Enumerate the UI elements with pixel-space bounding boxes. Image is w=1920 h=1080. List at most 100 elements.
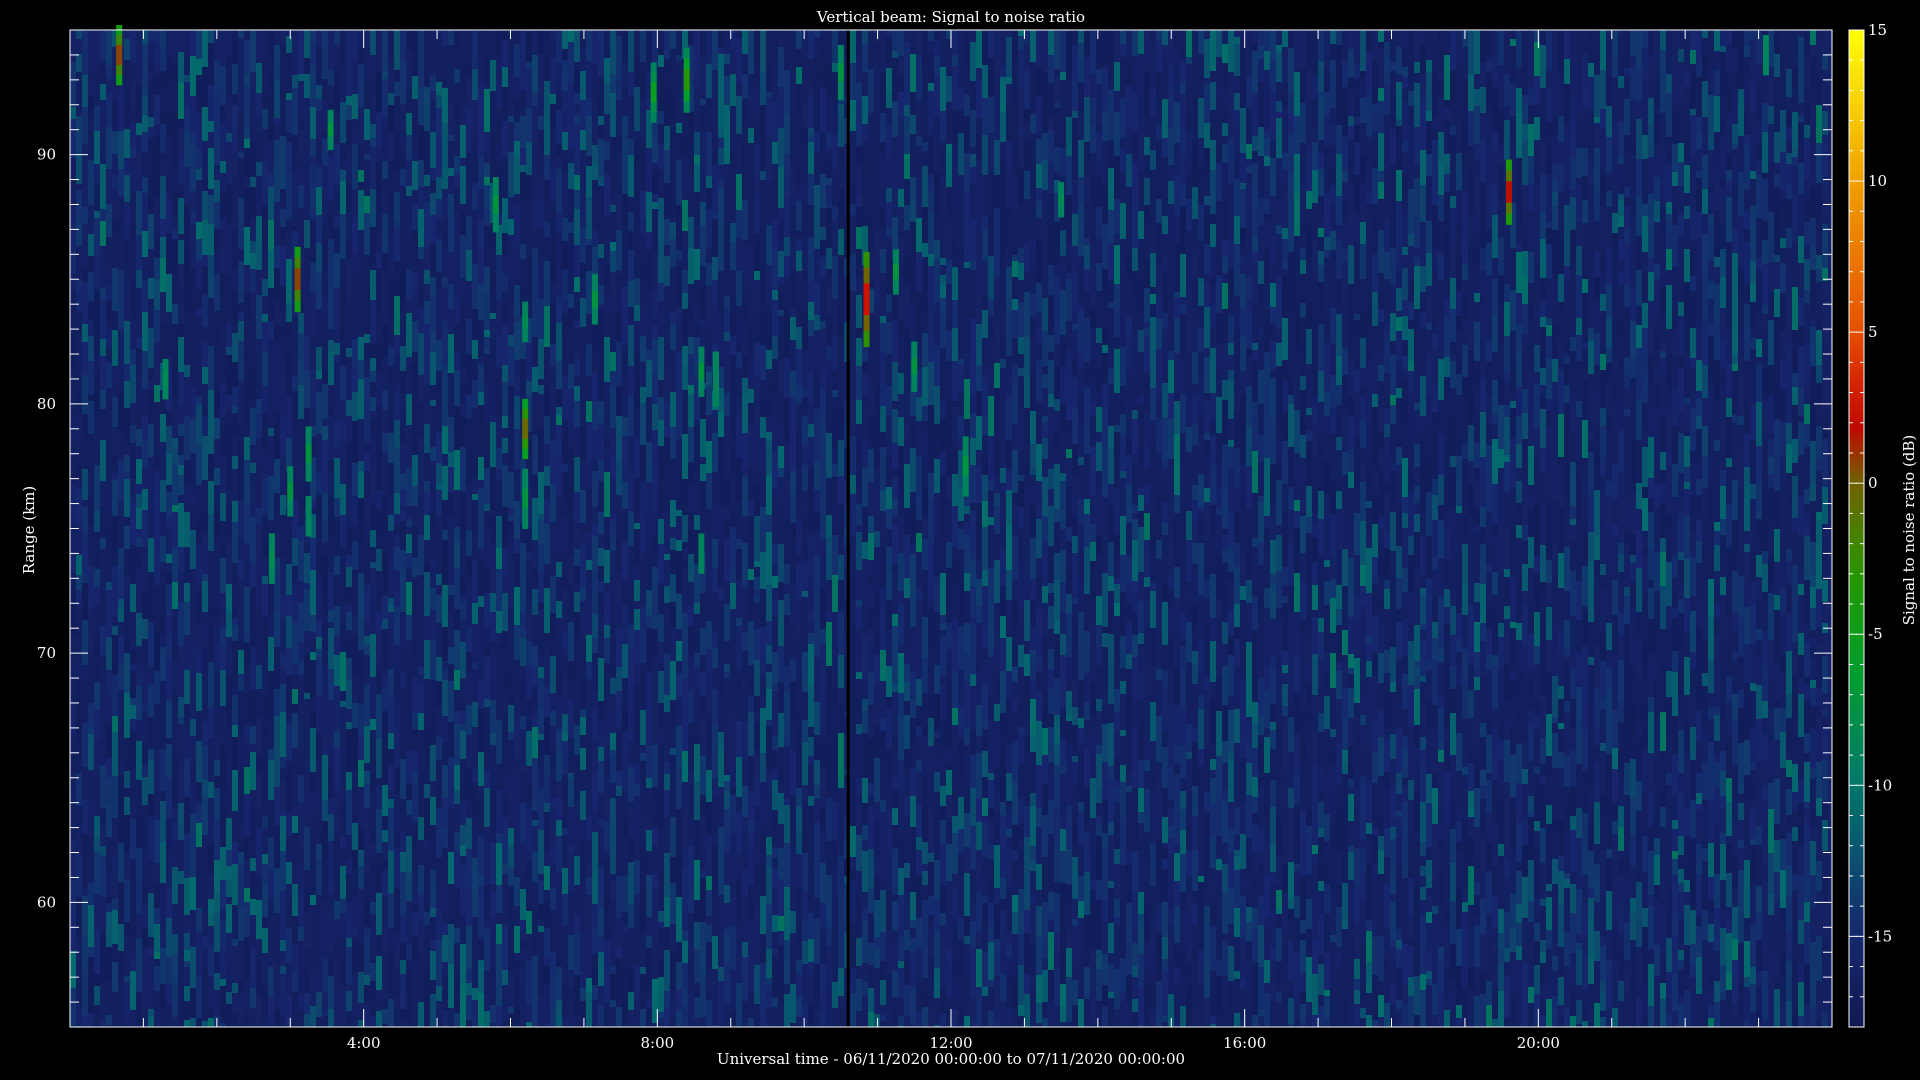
noise-cell	[574, 277, 580, 292]
noise-cell	[664, 437, 670, 466]
noise-cell	[574, 30, 580, 62]
noise-cell	[724, 478, 730, 507]
noise-cell	[592, 614, 598, 638]
noise-cell	[658, 420, 664, 446]
noise-cell	[802, 742, 808, 785]
noise-cell	[196, 813, 202, 823]
noise-cell	[766, 904, 772, 949]
noise-cell	[778, 167, 784, 208]
noise-cell	[652, 846, 658, 874]
noise-cell	[520, 716, 526, 729]
noise-cell	[490, 91, 496, 136]
noise-cell	[730, 609, 736, 637]
noise-cell	[574, 351, 580, 359]
noise-cell	[136, 671, 142, 686]
noise-cell	[526, 381, 532, 395]
noise-cell	[268, 152, 274, 173]
noise-cell	[682, 542, 688, 548]
noise-cell	[364, 109, 370, 140]
noise-cell	[802, 518, 808, 528]
noise-cell	[172, 809, 178, 822]
noise-cell	[652, 567, 658, 590]
noise-cell	[94, 211, 100, 218]
noise-cell	[70, 1001, 76, 1027]
noise-cell	[568, 128, 574, 149]
noise-cell	[112, 617, 118, 626]
noise-cell	[766, 30, 772, 71]
noise-cell	[496, 300, 502, 335]
noise-cell	[106, 127, 112, 169]
noise-cell	[580, 71, 586, 100]
noise-cell	[748, 621, 754, 652]
noise-cell	[742, 516, 748, 543]
noise-cell	[796, 67, 802, 84]
noise-cell	[562, 995, 568, 1018]
noise-cell	[514, 285, 520, 314]
noise-cell	[640, 282, 646, 307]
noise-cell	[172, 438, 178, 447]
noise-cell	[628, 205, 634, 212]
noise-cell	[706, 890, 712, 916]
noise-cell	[454, 850, 460, 887]
noise-cell	[142, 281, 148, 312]
noise-cell	[532, 686, 538, 705]
noise-cell	[448, 493, 454, 516]
noise-cell	[196, 222, 202, 239]
noise-cell	[538, 146, 544, 165]
noise-cell	[82, 665, 88, 680]
noise-cell	[178, 183, 184, 198]
noise-cell	[658, 760, 664, 785]
noise-cell	[814, 330, 820, 369]
noise-cell	[718, 91, 724, 130]
noise-cell	[148, 538, 154, 572]
noise-cell	[766, 621, 772, 645]
noise-cell	[268, 637, 274, 671]
noise-cell	[406, 815, 412, 836]
noise-cell	[730, 564, 736, 583]
noise-cell	[208, 148, 214, 189]
noise-cell	[598, 310, 604, 337]
noise-cell	[610, 1007, 616, 1027]
noise-cell	[568, 424, 574, 447]
noise-cell	[364, 763, 370, 771]
noise-cell	[736, 956, 742, 983]
noise-cell	[238, 560, 244, 579]
noise-cell	[340, 707, 346, 747]
noise-cell	[700, 30, 706, 57]
noise-cell	[496, 720, 502, 764]
noise-cell	[202, 1021, 208, 1027]
noise-cell	[124, 517, 130, 526]
noise-cell	[154, 197, 160, 237]
noise-cell	[334, 30, 340, 45]
noise-cell	[628, 197, 634, 205]
noise-cell	[346, 145, 352, 181]
noise-cell	[334, 458, 340, 498]
noise-cell	[142, 351, 148, 389]
noise-cell	[184, 834, 190, 878]
noise-cell	[130, 933, 136, 947]
noise-cell	[358, 498, 364, 526]
noise-cell	[766, 432, 772, 441]
noise-cell	[634, 305, 640, 321]
noise-cell	[112, 330, 118, 366]
noise-cell	[754, 280, 760, 313]
noise-cell	[652, 292, 658, 318]
noise-cell	[184, 915, 190, 933]
noise-cell	[382, 595, 388, 619]
noise-cell	[340, 607, 346, 623]
noise-cell	[484, 657, 490, 699]
noise-cell	[364, 343, 370, 364]
noise-cell	[184, 365, 190, 377]
noise-cell	[190, 766, 196, 782]
noise-cell	[682, 270, 688, 293]
noise-cell	[808, 868, 814, 913]
noise-cell	[454, 69, 460, 83]
noise-cell	[586, 271, 592, 314]
noise-cell	[292, 538, 298, 566]
noise-cell	[748, 143, 754, 178]
noise-cell	[592, 740, 598, 774]
noise-cell	[478, 596, 484, 607]
noise-cell	[316, 85, 322, 99]
noise-cell	[784, 902, 790, 940]
noise-cell	[538, 520, 544, 543]
